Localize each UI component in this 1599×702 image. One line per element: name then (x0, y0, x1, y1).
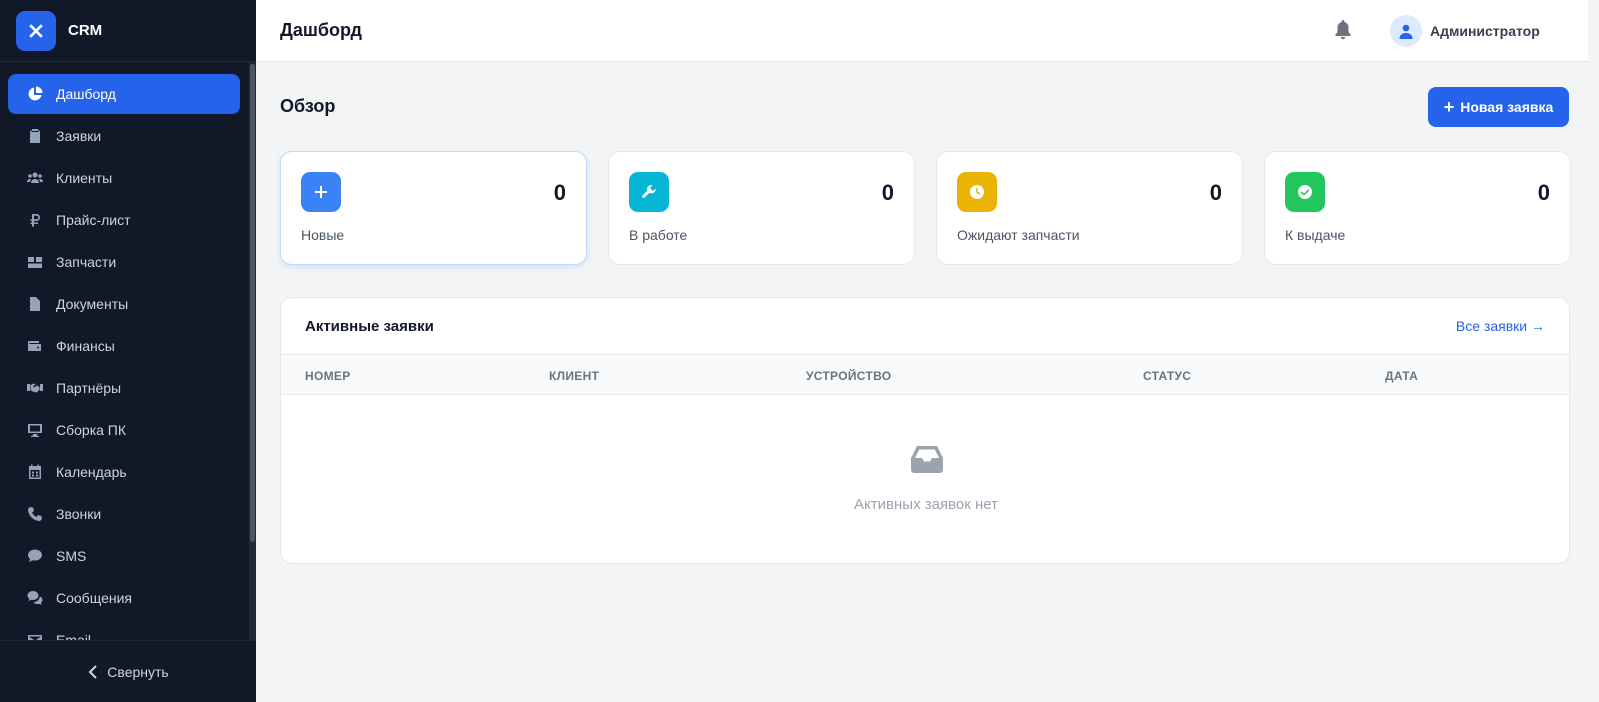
sidebar-item-label: Сообщения (56, 590, 132, 606)
sidebar-item-label: Сборка ПК (56, 422, 127, 438)
comments-icon (26, 589, 44, 607)
sidebar-item-parts[interactable]: Запчасти (8, 242, 240, 282)
sidebar-item-pc-build[interactable]: Сборка ПК (8, 410, 240, 450)
sidebar-item-finance[interactable]: Финансы (8, 326, 240, 366)
new-order-label: Новая заявка (1460, 99, 1554, 115)
sidebar-scrollbar[interactable] (249, 62, 256, 640)
sidebar-item-clients[interactable]: Клиенты (8, 158, 240, 198)
sidebar-item-label: Документы (56, 296, 129, 312)
sidebar-item-label: Партнёры (56, 380, 122, 396)
sidebar-item-label: Звонки (56, 506, 102, 522)
page-edge (1588, 0, 1599, 702)
sidebar-item-price-list[interactable]: Прайс-лист (8, 200, 240, 240)
empty-state: Активных заявок нет (281, 395, 1569, 563)
bell-icon (1335, 20, 1351, 40)
stat-label: Новые (301, 227, 345, 243)
wrench-icon (629, 172, 669, 212)
brand[interactable]: CRM (0, 0, 256, 62)
topbar: Дашборд Администратор (256, 0, 1599, 62)
stat-label: К выдаче (1285, 227, 1346, 243)
sidebar-item-dashboard[interactable]: Дашборд (8, 74, 240, 114)
sidebar-item-label: Финансы (56, 338, 115, 354)
sidebar-item-label: Заявки (56, 128, 102, 144)
sidebar-item-calls[interactable]: Звонки (8, 494, 240, 534)
sidebar-nav: Дашборд Заявки Клиенты Прайс-лист Запчас… (0, 62, 248, 640)
sidebar-item-label: Клиенты (56, 170, 113, 186)
stat-value: 0 (881, 180, 894, 205)
sidebar-item-sms[interactable]: SMS (8, 536, 240, 576)
stat-value: 0 (1209, 180, 1222, 205)
all-orders-link[interactable]: Все заявки → (1456, 318, 1545, 334)
sidebar-item-label: SMS (56, 548, 87, 564)
sidebar-item-orders[interactable]: Заявки (8, 116, 240, 156)
page-title: Дашборд (280, 20, 362, 40)
stat-card-waiting-parts[interactable]: 0 Ожидают запчасти (936, 151, 1243, 265)
stat-value: 0 (1537, 180, 1550, 205)
new-order-button[interactable]: + Новая заявка (1428, 87, 1569, 127)
sidebar-item-documents[interactable]: Документы (8, 284, 240, 324)
chevron-left-icon (88, 664, 98, 679)
avatar (1390, 15, 1422, 47)
stat-card-ready[interactable]: 0 К выдаче (1264, 151, 1571, 265)
empty-state-text: Активных заявок нет (854, 496, 998, 513)
users-icon (26, 169, 44, 187)
user-icon (1399, 24, 1413, 39)
sidebar-scroll-thumb[interactable] (250, 64, 255, 542)
collapse-label: Свернуть (107, 663, 169, 680)
desktop-icon (26, 421, 44, 439)
calendar-icon (26, 463, 44, 481)
user-name: Администратор (1430, 23, 1540, 39)
column-header-date[interactable]: ДАТА (1385, 369, 1418, 383)
sidebar-item-calendar[interactable]: Календарь (8, 452, 240, 492)
collapse-sidebar-button[interactable]: Свернуть (0, 640, 256, 702)
tools-icon (16, 10, 56, 51)
inbox-icon (911, 445, 943, 475)
active-orders-title: Активные заявки (305, 317, 434, 335)
sidebar-item-email[interactable]: Email (8, 620, 240, 640)
column-header-client[interactable]: КЛИЕНТ (549, 369, 599, 383)
sms-icon (26, 547, 44, 565)
handshake-icon (26, 379, 44, 397)
user-menu[interactable]: Администратор (1390, 14, 1540, 48)
plus-icon: + (1443, 97, 1455, 117)
sidebar-item-label: Прайс-лист (56, 212, 131, 228)
active-orders-panel: Активные заявки Все заявки → НОМЕР КЛИЕН… (280, 297, 1570, 564)
stat-label: В работе (629, 227, 688, 243)
overview-title: Обзор (280, 96, 336, 116)
table-header: НОМЕР КЛИЕНТ УСТРОЙСТВО СТАТУС ДАТА (281, 355, 1569, 395)
chart-pie-icon (26, 85, 44, 103)
column-header-number[interactable]: НОМЕР (305, 369, 351, 383)
stat-card-in-progress[interactable]: 0 В работе (608, 151, 915, 265)
stat-card-new[interactable]: 0 Новые (280, 151, 587, 265)
column-header-status[interactable]: СТАТУС (1143, 369, 1191, 383)
active-orders-header: Активные заявки Все заявки → (281, 298, 1569, 355)
check-circle-icon (1285, 172, 1325, 212)
clipboard-icon (26, 127, 44, 145)
brand-name: CRM (68, 22, 103, 39)
sidebar-item-label: Дашборд (56, 86, 116, 102)
ruble-icon (26, 211, 44, 229)
stat-value: 0 (553, 180, 566, 205)
stat-label: Ожидают запчасти (957, 227, 1080, 243)
phone-icon (26, 505, 44, 523)
sidebar-item-messages[interactable]: Сообщения (8, 578, 240, 618)
clock-icon (957, 172, 997, 212)
wallet-icon (26, 337, 44, 355)
file-icon (26, 295, 44, 313)
boxes-icon (26, 253, 44, 271)
sidebar-item-partners[interactable]: Партнёры (8, 368, 240, 408)
column-header-device[interactable]: УСТРОЙСТВО (806, 369, 891, 383)
sidebar-item-label: Email (56, 632, 92, 640)
notifications-button[interactable] (1334, 20, 1354, 42)
sidebar-item-label: Календарь (56, 464, 127, 480)
sidebar: CRM Дашборд Заявки Клиенты Прайс-лист За… (0, 0, 256, 702)
plus-icon (301, 172, 341, 212)
sidebar-item-label: Запчасти (56, 254, 117, 270)
envelope-icon (26, 631, 44, 640)
